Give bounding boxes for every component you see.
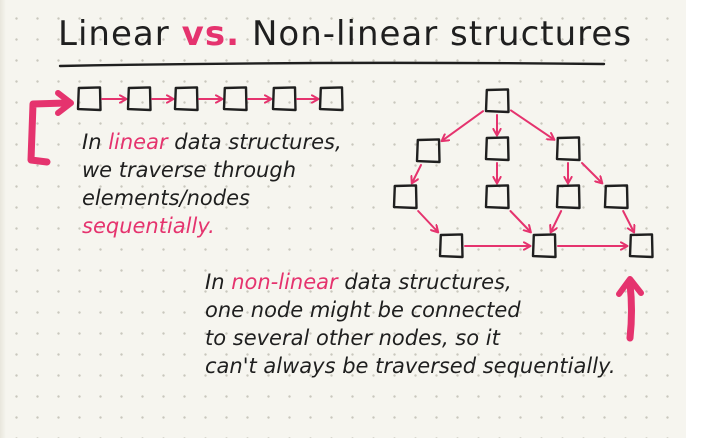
graph-edge: [581, 162, 602, 183]
graph-node: [484, 184, 510, 210]
graph-node: [531, 233, 557, 259]
notebook-page: Linear vs. Non-linear structures In linear…: [0, 0, 716, 438]
graph-node: [438, 233, 464, 259]
linear-node: [126, 86, 152, 112]
linear-node: [222, 86, 248, 112]
graph-node: [628, 233, 654, 259]
graph-node: [484, 88, 510, 114]
linear-note-line-1: In linear data structures,: [82, 128, 342, 156]
graph-node: [555, 136, 581, 162]
graph-edge: [509, 210, 530, 232]
nonlinear-note-line-3: to several other nodes, so it: [205, 326, 500, 350]
graph-node: [392, 184, 418, 210]
graph-node: [484, 136, 510, 162]
graph-edge: [622, 210, 634, 232]
linear-node: [318, 86, 344, 112]
graph-node: [555, 184, 581, 210]
nonlinear-pointer-arrow: [626, 280, 635, 342]
linear-node: [271, 86, 297, 112]
graph-edge: [412, 164, 422, 183]
graph-node: [603, 184, 629, 210]
graph-node: [415, 138, 441, 164]
linear-node: [173, 86, 199, 112]
linear-chain: [76, 86, 344, 112]
linear-note-line-2: we traverse through: [82, 158, 296, 182]
linear-note-in: In: [82, 130, 102, 154]
graph-edge: [417, 210, 438, 232]
linear-node: [76, 86, 102, 112]
nonlinear-note-line-2: one node might be connected: [205, 298, 521, 322]
linear-note-line-4: sequentially.: [82, 214, 215, 238]
linear-keyword: linear: [108, 130, 168, 154]
linear-note: In linear data structures, we traverse t…: [82, 128, 342, 240]
graph-edge: [442, 110, 484, 141]
graph-edge: [551, 210, 563, 232]
nonlinear-note-line-4: can't always be traversed sequentially.: [205, 354, 616, 378]
nonlinear-note-line-1: In non-linear data structures,: [205, 268, 616, 296]
title-underline: [58, 61, 606, 68]
nonlinear-note-rest: data structures,: [344, 270, 512, 294]
nonlinear-note-in: In: [205, 270, 225, 294]
linear-note-rest: data structures,: [174, 130, 342, 154]
graph-edge: [510, 109, 554, 139]
graph-nodes: [392, 88, 654, 259]
graph-edges: [412, 109, 634, 246]
nonlinear-note: In non-linear data structures, one node …: [205, 268, 616, 380]
nonlinear-keyword: non-linear: [231, 270, 338, 294]
linear-note-line-3: elements/nodes: [82, 186, 250, 210]
